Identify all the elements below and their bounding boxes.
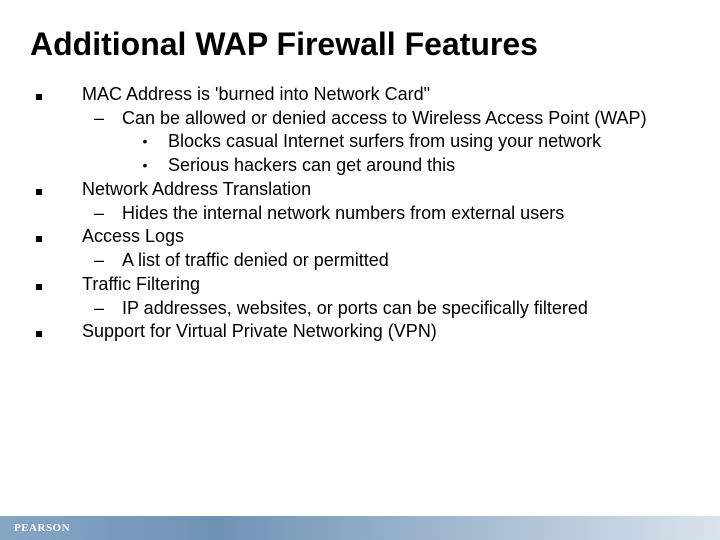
bullet-level-2: – Can be allowed or denied access to Wir… <box>76 107 690 131</box>
bullet-level-1: MAC Address is 'burned into Network Card… <box>30 83 690 107</box>
dot-bullet-icon: • <box>122 154 168 178</box>
square-bullet-icon <box>30 178 82 202</box>
bullet-level-2: – Hides the internal network numbers fro… <box>76 202 690 226</box>
slide-title: Additional WAP Firewall Features <box>0 0 720 63</box>
bullet-level-3: • Serious hackers can get around this <box>122 154 690 178</box>
bullet-text: A list of traffic denied or permitted <box>122 249 690 273</box>
bullet-text: Can be allowed or denied access to Wirel… <box>122 107 690 131</box>
bullet-level-2: – A list of traffic denied or permitted <box>76 249 690 273</box>
bullet-text: IP addresses, websites, or ports can be … <box>122 297 690 321</box>
square-bullet-icon <box>30 320 82 344</box>
bullet-level-3: • Blocks casual Internet surfers from us… <box>122 130 690 154</box>
dash-bullet-icon: – <box>76 297 122 321</box>
bullet-level-1: Access Logs <box>30 225 690 249</box>
bullet-text: Hides the internal network numbers from … <box>122 202 690 226</box>
bullet-level-2: – IP addresses, websites, or ports can b… <box>76 297 690 321</box>
slide: Additional WAP Firewall Features MAC Add… <box>0 0 720 540</box>
bullet-text: Network Address Translation <box>82 178 690 202</box>
square-bullet-icon <box>30 225 82 249</box>
dot-bullet-icon: • <box>122 130 168 154</box>
pearson-logo: PEARSON <box>0 522 70 534</box>
bullet-level-1: Traffic Filtering <box>30 273 690 297</box>
dash-bullet-icon: – <box>76 249 122 273</box>
dash-bullet-icon: – <box>76 107 122 131</box>
bullet-level-1: Network Address Translation <box>30 178 690 202</box>
bullet-text: Traffic Filtering <box>82 273 690 297</box>
bullet-text: MAC Address is 'burned into Network Card… <box>82 83 690 107</box>
bullet-text: Support for Virtual Private Networking (… <box>82 320 690 344</box>
bullet-level-1: Support for Virtual Private Networking (… <box>30 320 690 344</box>
bullet-text: Access Logs <box>82 225 690 249</box>
square-bullet-icon <box>30 83 82 107</box>
square-bullet-icon <box>30 273 82 297</box>
bullet-text: Blocks casual Internet surfers from usin… <box>168 130 690 154</box>
footer-bar: PEARSON <box>0 516 720 540</box>
slide-body: MAC Address is 'burned into Network Card… <box>0 63 720 344</box>
dash-bullet-icon: – <box>76 202 122 226</box>
bullet-text: Serious hackers can get around this <box>168 154 690 178</box>
